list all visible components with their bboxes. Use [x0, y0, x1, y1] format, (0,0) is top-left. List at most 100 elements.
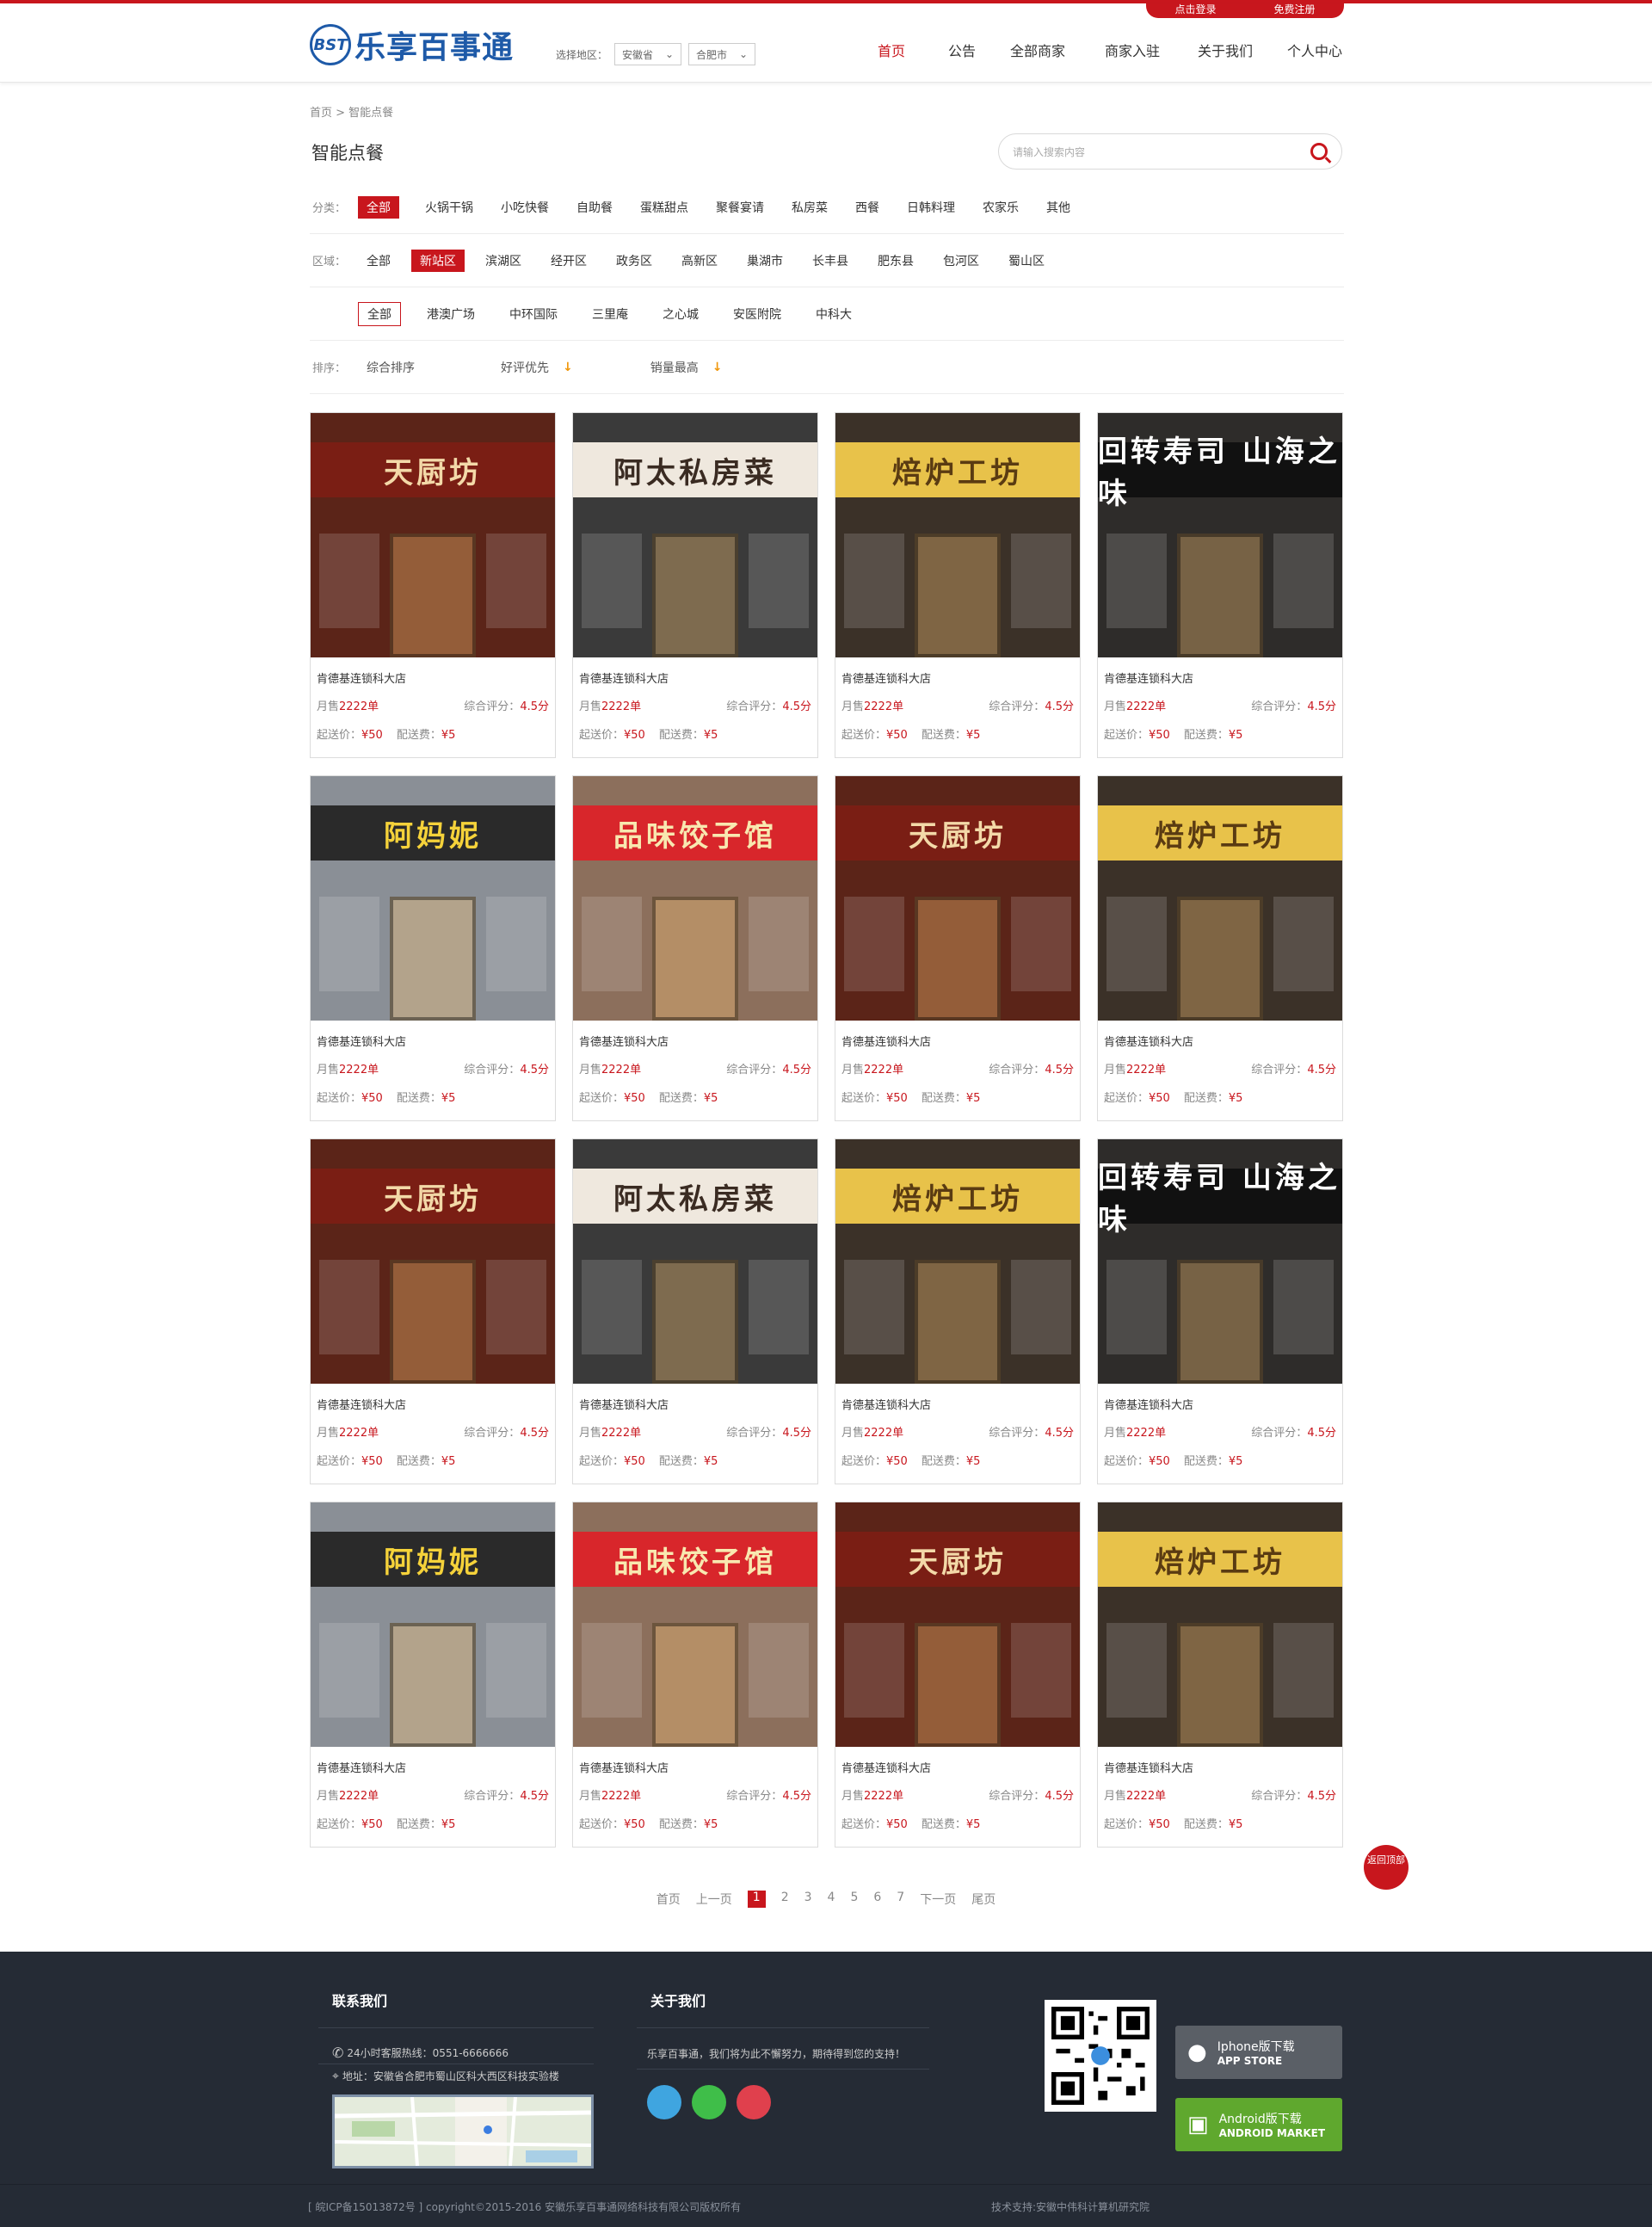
merchant-card[interactable]: 焙炉工坊 肯德基连锁科大店 月售2222单 综合评分：4.5分 起送价：¥50 配送费：¥…	[835, 412, 1081, 758]
subarea-item[interactable]: 安医附院	[724, 303, 790, 325]
area-item[interactable]: 滨湖区	[477, 250, 530, 272]
merchant-name[interactable]: 肯德基连锁科大店	[317, 669, 406, 686]
search-input[interactable]: 请输入搜索内容	[1013, 145, 1310, 159]
page-number[interactable]: 2	[781, 1891, 789, 1908]
page-number-current[interactable]: 1	[747, 1891, 766, 1908]
area-item[interactable]: 巢湖市	[738, 250, 792, 272]
area-item[interactable]: 肥东县	[869, 250, 922, 272]
merchant-photo[interactable]: 焙炉工坊	[1098, 776, 1342, 1021]
merchant-card[interactable]: 品味饺子馆 肯德基连锁科大店 月售2222单 综合评分：4.5分 起送价：¥50 配送费：…	[572, 775, 818, 1121]
city-select[interactable]: 合肥市 ⌄	[688, 43, 756, 65]
weibo-icon[interactable]	[737, 2085, 771, 2119]
category-item[interactable]: 私房菜	[783, 196, 836, 219]
category-item[interactable]: 西餐	[847, 196, 888, 219]
merchant-name[interactable]: 肯德基连锁科大店	[1104, 1396, 1193, 1412]
merchant-name[interactable]: 肯德基连锁科大店	[579, 1759, 669, 1775]
nav-user-center[interactable]: 个人中心	[1287, 40, 1342, 60]
merchant-card[interactable]: 天厨坊 肯德基连锁科大店 月售2222单 综合评分：4.5分 起送价：¥50 配送费：¥5	[835, 775, 1081, 1121]
merchant-photo[interactable]: 阿妈妮	[311, 1502, 555, 1747]
area-item[interactable]: 全部	[358, 250, 399, 272]
merchant-photo[interactable]: 天厨坊	[835, 1502, 1080, 1747]
merchant-card[interactable]: 阿太私房菜 肯德基连锁科大店 月售2222单 综合评分：4.5分 起送价：¥50 配送费：…	[572, 1138, 818, 1484]
subarea-item[interactable]: 之心城	[654, 303, 707, 325]
area-item[interactable]: 高新区	[673, 250, 726, 272]
page-number[interactable]: 5	[850, 1891, 858, 1908]
nav-notice[interactable]: 公告	[948, 40, 976, 60]
nav-home[interactable]: 首页	[878, 40, 905, 60]
page-last[interactable]: 尾页	[971, 1891, 996, 1908]
merchant-photo[interactable]: 阿太私房菜	[573, 413, 817, 657]
merchant-photo[interactable]: 焙炉工坊	[835, 413, 1080, 657]
sort-rating[interactable]: 好评优先	[492, 356, 558, 379]
qq-icon[interactable]	[647, 2085, 681, 2119]
category-item[interactable]: 小吃快餐	[492, 196, 558, 219]
merchant-name[interactable]: 肯德基连锁科大店	[841, 669, 931, 686]
sort-sales[interactable]: 销量最高	[642, 356, 707, 379]
area-item[interactable]: 长丰县	[804, 250, 857, 272]
merchant-card[interactable]: 焙炉工坊 肯德基连锁科大店 月售2222单 综合评分：4.5分 起送价：¥50 配送费：¥…	[1097, 775, 1343, 1121]
category-item[interactable]: 日韩料理	[898, 196, 964, 219]
merchant-name[interactable]: 肯德基连锁科大店	[841, 1396, 931, 1412]
merchant-name[interactable]: 肯德基连锁科大店	[1104, 669, 1193, 686]
merchant-name[interactable]: 肯德基连锁科大店	[317, 1759, 406, 1775]
merchant-card[interactable]: 天厨坊 肯德基连锁科大店 月售2222单 综合评分：4.5分 起送价：¥50 配送费：¥5	[310, 412, 556, 758]
subarea-item[interactable]: 中科大	[807, 303, 860, 325]
merchant-card[interactable]: 天厨坊 肯德基连锁科大店 月售2222单 综合评分：4.5分 起送价：¥50 配送费：¥5	[310, 1138, 556, 1484]
merchant-photo[interactable]: 阿太私房菜	[573, 1139, 817, 1384]
location-map[interactable]	[332, 2094, 594, 2168]
category-item[interactable]: 农家乐	[974, 196, 1027, 219]
category-item[interactable]: 火锅干锅	[416, 196, 482, 219]
merchant-photo[interactable]: 焙炉工坊	[835, 1139, 1080, 1384]
android-download-button[interactable]: ▣ Android版下载 ANDROID MARKET	[1175, 2098, 1342, 2151]
merchant-name[interactable]: 肯德基连锁科大店	[579, 669, 669, 686]
area-item[interactable]: 经开区	[542, 250, 595, 272]
merchant-photo[interactable]: 阿妈妮	[311, 776, 555, 1021]
search-box[interactable]: 请输入搜索内容	[998, 133, 1342, 170]
search-icon[interactable]	[1310, 143, 1328, 160]
page-number[interactable]: 3	[804, 1891, 812, 1908]
merchant-card[interactable]: 阿妈妮 肯德基连锁科大店 月售2222单 综合评分：4.5分 起送价：¥50 配送费：¥5	[310, 775, 556, 1121]
merchant-card[interactable]: 天厨坊 肯德基连锁科大店 月售2222单 综合评分：4.5分 起送价：¥50 配送费：¥5	[835, 1502, 1081, 1848]
wechat-icon[interactable]	[692, 2085, 726, 2119]
merchant-name[interactable]: 肯德基连锁科大店	[841, 1033, 931, 1049]
page-number[interactable]: 7	[897, 1891, 904, 1908]
merchant-name[interactable]: 肯德基连锁科大店	[317, 1396, 406, 1412]
merchant-name[interactable]: 肯德基连锁科大店	[841, 1759, 931, 1775]
area-item[interactable]: 政务区	[607, 250, 661, 272]
merchant-photo[interactable]: 回转寿司 山海之味	[1098, 413, 1342, 657]
merchant-name[interactable]: 肯德基连锁科大店	[317, 1033, 406, 1049]
subarea-item[interactable]: 中环国际	[501, 303, 566, 325]
page-next[interactable]: 下一页	[920, 1891, 956, 1908]
merchant-photo[interactable]: 天厨坊	[311, 1139, 555, 1384]
sort-default[interactable]: 综合排序	[358, 356, 423, 379]
category-item[interactable]: 其他	[1038, 196, 1079, 219]
merchant-name[interactable]: 肯德基连锁科大店	[579, 1396, 669, 1412]
merchant-card[interactable]: 回转寿司 山海之味 肯德基连锁科大店 月售2222单 综合评分：4.5分 起送价：¥50…	[1097, 1138, 1343, 1484]
merchant-photo[interactable]: 回转寿司 山海之味	[1098, 1139, 1342, 1384]
merchant-card[interactable]: 回转寿司 山海之味 肯德基连锁科大店 月售2222单 综合评分：4.5分 起送价：¥50…	[1097, 412, 1343, 758]
merchant-card[interactable]: 阿妈妮 肯德基连锁科大店 月售2222单 综合评分：4.5分 起送价：¥50 配送费：¥5	[310, 1502, 556, 1848]
merchant-card[interactable]: 焙炉工坊 肯德基连锁科大店 月售2222单 综合评分：4.5分 起送价：¥50 配送费：¥…	[835, 1138, 1081, 1484]
page-number[interactable]: 4	[828, 1891, 835, 1908]
category-item[interactable]: 蛋糕甜点	[632, 196, 697, 219]
breadcrumb[interactable]: 首页 > 智能点餐	[310, 103, 393, 120]
merchant-card[interactable]: 品味饺子馆 肯德基连锁科大店 月售2222单 综合评分：4.5分 起送价：¥50 配送费：…	[572, 1502, 818, 1848]
category-item[interactable]: 全部	[358, 195, 399, 219]
merchant-name[interactable]: 肯德基连锁科大店	[1104, 1033, 1193, 1049]
nav-all-merchants[interactable]: 全部商家	[1010, 40, 1065, 60]
merchant-name[interactable]: 肯德基连锁科大店	[1104, 1759, 1193, 1775]
page-prev[interactable]: 上一页	[696, 1891, 732, 1908]
merchant-photo[interactable]: 天厨坊	[835, 776, 1080, 1021]
ios-download-button[interactable]: ● Iphone版下载 APP STORE	[1175, 2026, 1342, 2079]
nav-merchant-join[interactable]: 商家入驻	[1105, 40, 1160, 60]
merchant-card[interactable]: 焙炉工坊 肯德基连锁科大店 月售2222单 综合评分：4.5分 起送价：¥50 配送费：¥…	[1097, 1502, 1343, 1848]
area-item[interactable]: 新站区	[411, 249, 465, 272]
merchant-photo[interactable]: 焙炉工坊	[1098, 1502, 1342, 1747]
merchant-card[interactable]: 阿太私房菜 肯德基连锁科大店 月售2222单 综合评分：4.5分 起送价：¥50 配送费：…	[572, 412, 818, 758]
page-number[interactable]: 6	[873, 1891, 881, 1908]
province-select[interactable]: 安徽省 ⌄	[614, 43, 682, 65]
merchant-photo[interactable]: 天厨坊	[311, 413, 555, 657]
back-to-top-button[interactable]: 返回顶部	[1364, 1845, 1409, 1890]
subarea-item[interactable]: 三里庵	[583, 303, 637, 325]
merchant-name[interactable]: 肯德基连锁科大店	[579, 1033, 669, 1049]
